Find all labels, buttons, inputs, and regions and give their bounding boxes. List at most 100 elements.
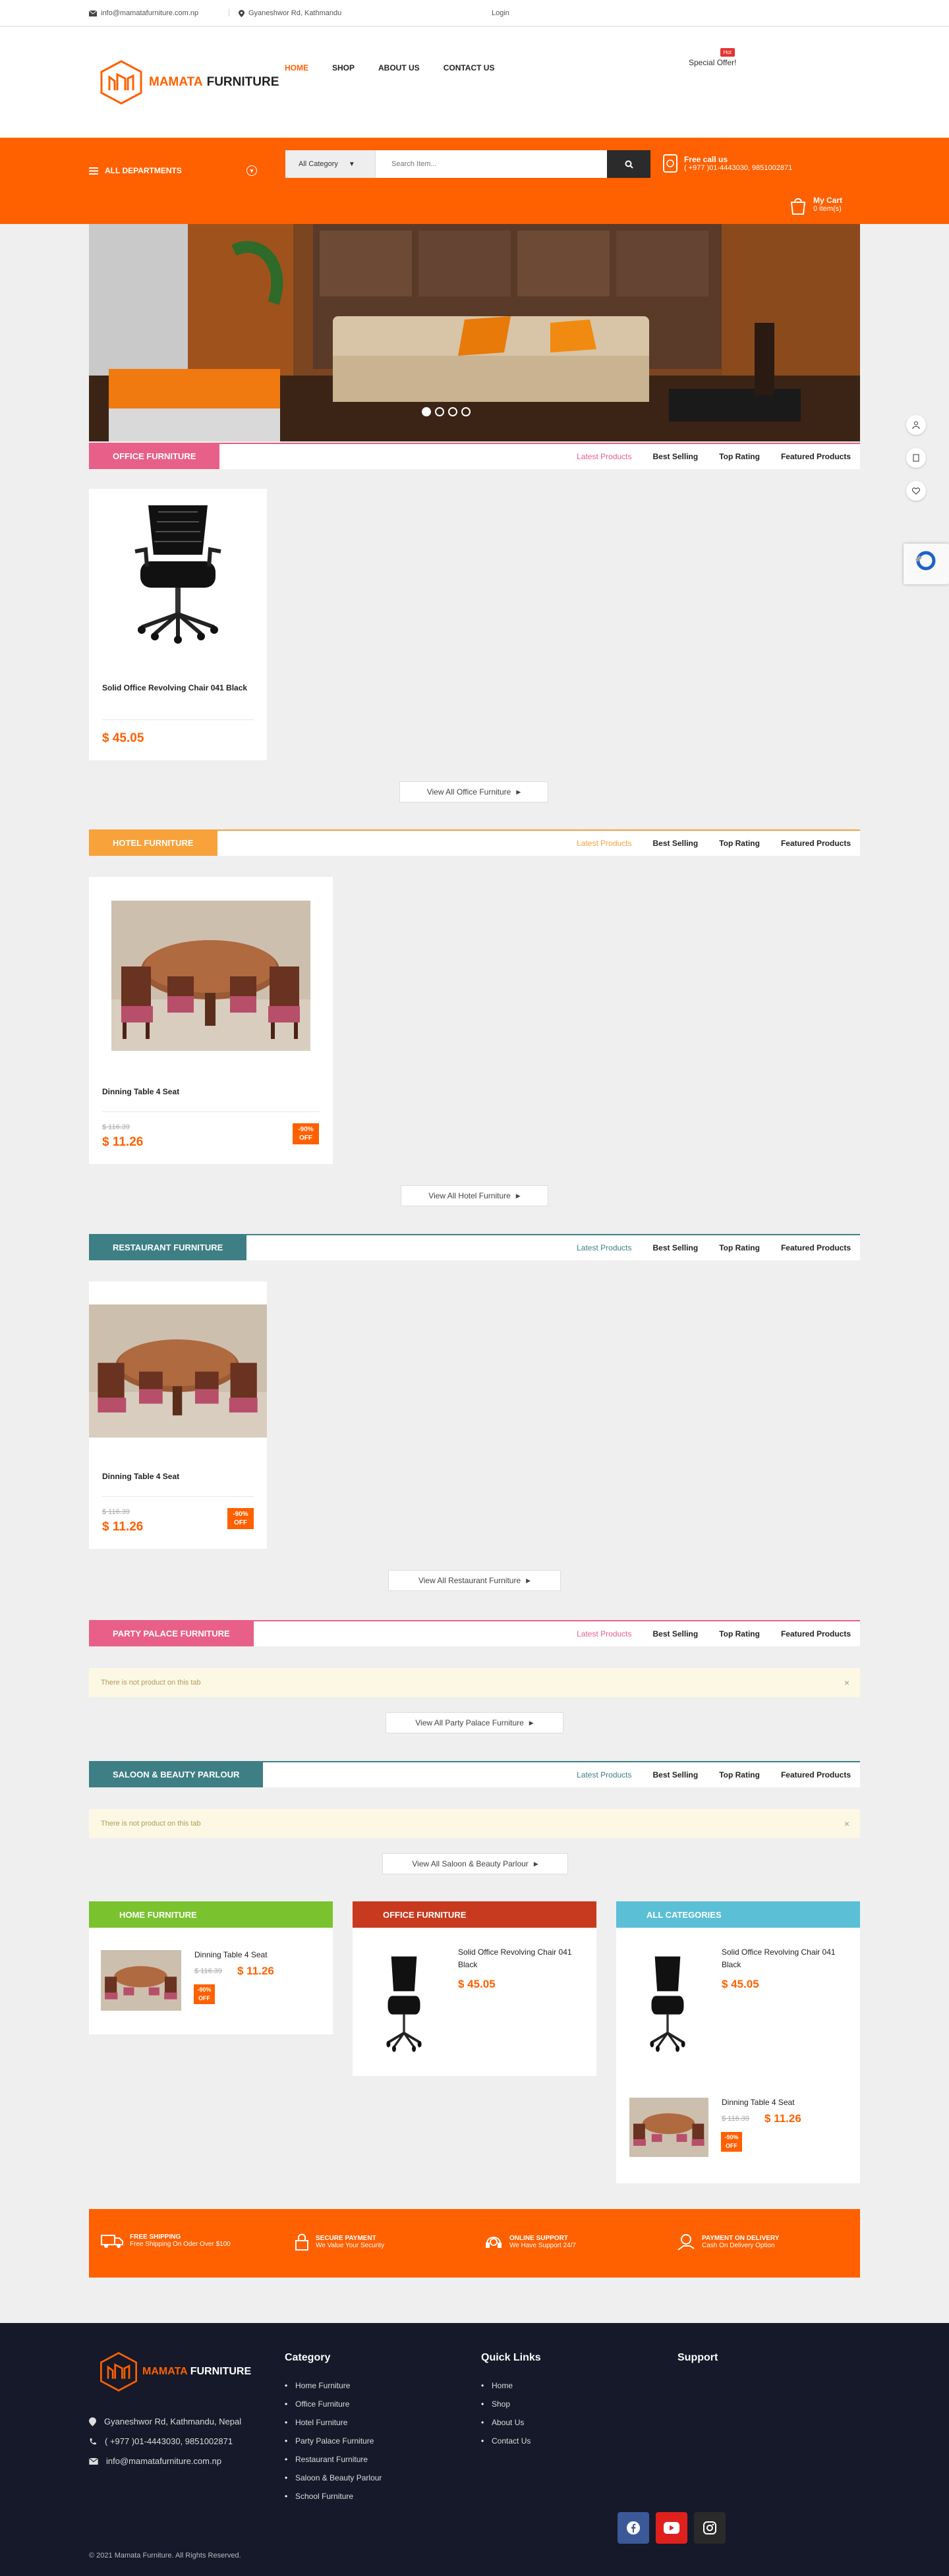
all-departments-toggle[interactable]: ALL DEPARTMENTS ▾ — [89, 159, 257, 182]
logo[interactable]: MAMATA FURNITURE — [98, 59, 279, 106]
headset-icon — [486, 2237, 502, 2248]
account-button[interactable] — [906, 415, 926, 435]
block-all-categories-title: ALL CATEGORIES — [616, 1901, 860, 1928]
close-icon[interactable]: × — [844, 1818, 849, 1829]
tab-best-selling[interactable]: Best Selling — [653, 452, 699, 461]
tab-featured-products[interactable]: Featured Products — [781, 1243, 851, 1252]
footer-category-link[interactable]: Party Palace Furniture — [285, 2436, 382, 2446]
category-select[interactable]: All Category ▼ — [285, 150, 376, 178]
tab-latest-products[interactable]: Latest Products — [577, 452, 631, 461]
block-item-name[interactable]: Solid Office Revolving Chair 041 Black — [458, 1946, 583, 1971]
view-all-party-palace-button[interactable]: View All Party Palace Furniture ▶ — [386, 1712, 563, 1733]
thumb-office-chair[interactable] — [629, 1945, 706, 2061]
cash-icon — [677, 2234, 695, 2251]
facebook-button[interactable] — [618, 2512, 649, 2544]
copyright: © 2021 Mamata Furniture. All Rights Rese… — [89, 2552, 241, 2560]
block-item-name[interactable]: Dinning Table 4 Seat — [194, 1949, 268, 1961]
tab-top-rating[interactable]: Top Rating — [719, 839, 760, 848]
map-pin-icon — [89, 2417, 96, 2426]
user-icon — [912, 421, 920, 429]
nav-contact-us[interactable]: CONTACT US — [444, 63, 495, 72]
footer-email[interactable]: info@mamatafurniture.com.np — [89, 2456, 221, 2466]
top-bar: info@mamatafurniture.com.np Gyaneshwor R… — [0, 0, 949, 26]
hero-slider[interactable] — [89, 224, 860, 441]
youtube-button[interactable] — [656, 2512, 687, 2544]
special-offer[interactable]: Hot Special Offer! — [689, 47, 736, 67]
search-input[interactable] — [376, 150, 607, 178]
thumb-office-chair[interactable] — [366, 1945, 442, 2061]
footer-category-link[interactable]: Home Furniture — [285, 2381, 382, 2390]
footer-category-link[interactable]: Restaurant Furniture — [285, 2455, 382, 2464]
compare-button[interactable] — [906, 448, 926, 468]
search-button[interactable] — [607, 150, 650, 178]
block-item-name[interactable]: Dinning Table 4 Seat — [722, 2096, 795, 2109]
tab-latest-products[interactable]: Latest Products — [577, 1629, 631, 1638]
login-link[interactable]: Login — [492, 9, 509, 17]
nav-shop[interactable]: SHOP — [332, 63, 355, 72]
tab-top-rating[interactable]: Top Rating — [719, 452, 760, 461]
footer-quick-link[interactable]: About Us — [481, 2418, 541, 2427]
footer-category-link[interactable]: Office Furniture — [285, 2399, 382, 2409]
caret-right-icon: ▶ — [533, 1860, 538, 1867]
view-all-hotel-button[interactable]: View All Hotel Furniture ▶ — [401, 1185, 548, 1206]
footer-logo[interactable]: MAMATA FURNITURE — [98, 2351, 251, 2393]
logo-mark-icon — [100, 60, 142, 105]
product-card[interactable]: Dinning Table 4 Seat $ 116.39 $ 11.26 -9… — [89, 1281, 267, 1549]
tab-best-selling[interactable]: Best Selling — [653, 1770, 699, 1779]
divider — [102, 1496, 254, 1497]
product-name[interactable]: Dinning Table 4 Seat — [102, 1085, 179, 1098]
footer-phone[interactable]: ( +977 )01-4443030, 9851002871 — [89, 2436, 233, 2446]
tab-best-selling[interactable]: Best Selling — [653, 839, 699, 848]
block-item-name[interactable]: Solid Office Revolving Chair 041 Black — [722, 1946, 847, 1971]
product-name[interactable]: Solid Office Revolving Chair 041 Black — [102, 681, 254, 694]
recaptcha-badge[interactable] — [904, 544, 949, 584]
thumb-dining-table[interactable] — [101, 1950, 181, 2011]
tab-featured-products[interactable]: Featured Products — [781, 452, 851, 461]
product-old-price: $ 116.39 — [102, 1123, 130, 1131]
product-card[interactable]: Solid Office Revolving Chair 041 Black $… — [89, 489, 267, 760]
topbar-email[interactable]: info@mamatafurniture.com.np — [89, 9, 198, 17]
footer-quick-link[interactable]: Shop — [481, 2399, 541, 2409]
thumb-dining-table[interactable] — [629, 2098, 708, 2157]
discount-percent: -90% — [197, 1986, 212, 1993]
tab-best-selling[interactable]: Best Selling — [653, 1629, 699, 1638]
topbar-address-text: Gyaneshwor Rd, Kathmandu — [248, 9, 342, 17]
divider — [102, 1111, 320, 1112]
wishlist-button[interactable] — [906, 481, 926, 501]
nav-about-us[interactable]: ABOUT US — [378, 63, 420, 72]
mini-cart[interactable]: My Cart 0 item(s) — [790, 196, 842, 215]
slider-dot[interactable] — [422, 407, 431, 416]
slider-dot[interactable] — [448, 407, 457, 416]
nav-home[interactable]: HOME — [285, 63, 308, 72]
instagram-button[interactable] — [694, 2512, 726, 2544]
tab-featured-products[interactable]: Featured Products — [781, 839, 851, 848]
tab-latest-products[interactable]: Latest Products — [577, 1770, 631, 1779]
tab-latest-products[interactable]: Latest Products — [577, 1243, 631, 1252]
footer-category-link[interactable]: Hotel Furniture — [285, 2418, 382, 2427]
footer-quick-link[interactable]: Home — [481, 2381, 541, 2390]
slider-dot[interactable] — [435, 407, 444, 416]
empty-notice-text: There is not product on this tab — [101, 1820, 201, 1828]
footer-category-link[interactable]: School Furniture — [285, 2492, 382, 2501]
footer-logo-brand: MAMATA — [142, 2366, 188, 2377]
product-tabs: Latest Products Best Selling Top Rating … — [577, 1762, 851, 1787]
footer-quick-link[interactable]: Contact Us — [481, 2436, 541, 2446]
product-name[interactable]: Dinning Table 4 Seat — [102, 1470, 179, 1483]
feature-sub: We Value Your Security — [316, 2242, 385, 2249]
product-card[interactable]: Dinning Table 4 Seat $ 116.39 $ 11.26 -9… — [89, 877, 333, 1164]
view-all-restaurant-button[interactable]: View All Restaurant Furniture ▶ — [388, 1570, 561, 1591]
tab-latest-products[interactable]: Latest Products — [577, 839, 631, 848]
footer-category-link[interactable]: Saloon & Beauty Parlour — [285, 2473, 382, 2482]
tab-top-rating[interactable]: Top Rating — [719, 1243, 760, 1252]
block-all-categories: ALL CATEGORIES Solid Office Revolving Ch… — [616, 1901, 860, 2183]
call-us[interactable]: Free call us ( +977 )01-4443030, 9851002… — [662, 154, 792, 173]
view-all-office-button[interactable]: View All Office Furniture ▶ — [399, 781, 548, 802]
tab-featured-products[interactable]: Featured Products — [781, 1770, 851, 1779]
tab-best-selling[interactable]: Best Selling — [653, 1243, 699, 1252]
tab-featured-products[interactable]: Featured Products — [781, 1629, 851, 1638]
tab-top-rating[interactable]: Top Rating — [719, 1770, 760, 1779]
close-icon[interactable]: × — [844, 1677, 849, 1688]
view-all-saloon-button[interactable]: View All Saloon & Beauty Parlour ▶ — [382, 1853, 568, 1874]
slider-dot[interactable] — [461, 407, 471, 416]
tab-top-rating[interactable]: Top Rating — [719, 1629, 760, 1638]
